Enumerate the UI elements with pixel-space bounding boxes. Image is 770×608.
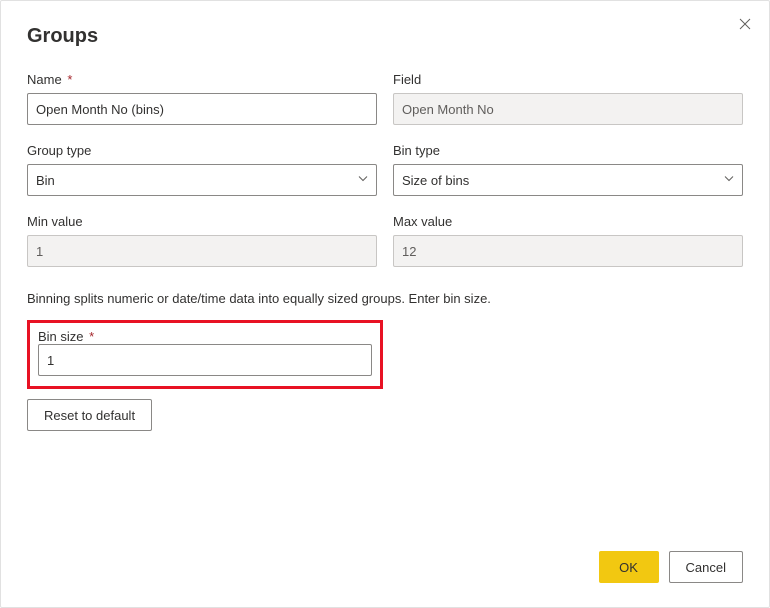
- field-field-group: Field: [393, 72, 743, 125]
- form-grid: Name * Field Group type Bin: [27, 72, 743, 267]
- name-label: Name *: [27, 72, 377, 87]
- bin-size-input[interactable]: [38, 344, 372, 376]
- max-value-field-group: Max value: [393, 214, 743, 267]
- name-field-group: Name *: [27, 72, 377, 125]
- close-icon: [739, 18, 751, 33]
- bin-type-select[interactable]: Size of bins: [393, 164, 743, 196]
- bin-size-label: Bin size *: [38, 329, 94, 344]
- max-value-label: Max value: [393, 214, 743, 229]
- ok-button[interactable]: OK: [599, 551, 659, 583]
- dialog-footer: OK Cancel: [27, 551, 743, 583]
- name-input[interactable]: [27, 93, 377, 125]
- bin-type-label: Bin type: [393, 143, 743, 158]
- field-input: [393, 93, 743, 125]
- dialog-title: Groups: [27, 25, 743, 48]
- group-type-select[interactable]: Bin: [27, 164, 377, 196]
- group-type-field-group: Group type Bin: [27, 143, 377, 196]
- bin-size-highlight: Bin size *: [27, 320, 383, 389]
- groups-dialog: Groups Name * Field Group type Bin: [0, 0, 770, 608]
- cancel-button[interactable]: Cancel: [669, 551, 743, 583]
- reset-to-default-button[interactable]: Reset to default: [27, 399, 152, 431]
- field-label: Field: [393, 72, 743, 87]
- min-value-input: [27, 235, 377, 267]
- close-button[interactable]: [735, 15, 755, 35]
- min-value-field-group: Min value: [27, 214, 377, 267]
- min-value-label: Min value: [27, 214, 377, 229]
- required-mark: *: [67, 72, 72, 87]
- required-mark: *: [89, 329, 94, 344]
- helper-text: Binning splits numeric or date/time data…: [27, 291, 743, 306]
- group-type-label: Group type: [27, 143, 377, 158]
- bin-type-field-group: Bin type Size of bins: [393, 143, 743, 196]
- max-value-input: [393, 235, 743, 267]
